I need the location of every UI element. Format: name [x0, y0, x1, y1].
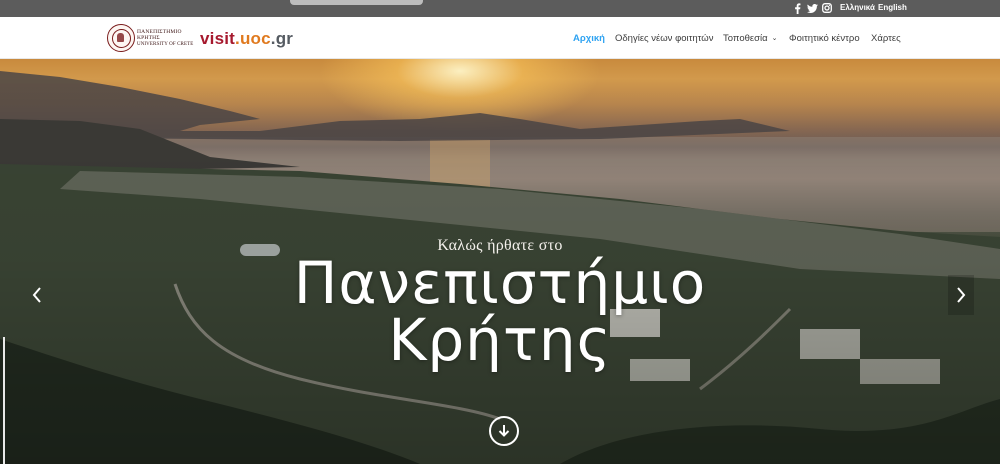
slider-next-button[interactable] [948, 275, 974, 315]
slider-prev-button[interactable] [24, 275, 50, 315]
top-bar: Ελληνικά English [0, 0, 1000, 17]
chevron-down-icon: ⌄ [771, 35, 778, 42]
twitter-icon[interactable] [806, 2, 818, 14]
hero-title-line2: Κρήτης [388, 306, 612, 374]
university-seal-logo[interactable] [107, 24, 135, 52]
nav-home[interactable]: Αρχική [573, 33, 605, 44]
chevron-right-icon [957, 287, 966, 303]
hero-title-line1: Πανεπιστήμιο [293, 249, 707, 317]
lang-greek-link[interactable]: Ελληνικά [840, 3, 875, 12]
nav-student-center[interactable]: Φοιτητικό κέντρο [789, 33, 860, 44]
facebook-icon[interactable] [791, 2, 803, 14]
brand-part-gr: .gr [270, 29, 294, 48]
hero-slider: Καλώς ήρθατε στο Πανεπιστήμιο Κρήτης [0, 59, 1000, 464]
lang-english-link[interactable]: English [878, 3, 907, 12]
chevron-left-icon [32, 287, 41, 303]
logo-english-name: UNIVERSITY OF CRETE [137, 41, 194, 47]
brand-part-uoc: .uoc [235, 29, 271, 48]
nav-location[interactable]: Τοποθεσία ⌄ [723, 33, 777, 44]
logo-greek-name: ΠΑΝΕΠΙΣΤΗΜΙΟ ΚΡΗΤΗΣ [137, 29, 182, 41]
nav-new-students-guide[interactable]: Οδηγίες νέων φοιτητών [615, 33, 713, 44]
scroll-down-button[interactable] [489, 416, 519, 446]
site-header: ΠΑΝΕΠΙΣΤΗΜΙΟ ΚΡΗΤΗΣ UNIVERSITY OF CRETE … [0, 17, 1000, 59]
nav-maps[interactable]: Χάρτες [871, 33, 901, 44]
brand-part-visit: visit [200, 29, 236, 48]
university-logo-text[interactable]: ΠΑΝΕΠΙΣΤΗΜΙΟ ΚΡΗΤΗΣ UNIVERSITY OF CRETE [137, 29, 197, 47]
browser-tab-handle [290, 0, 423, 5]
arrow-down-circle-icon [498, 425, 510, 437]
site-brand-logo[interactable]: visit.uoc.gr [200, 29, 293, 49]
hero-title: Πανεπιστήμιο Κρήτης [0, 249, 1000, 374]
instagram-icon[interactable] [821, 2, 833, 14]
nav-location-label: Τοποθεσία [723, 33, 768, 44]
